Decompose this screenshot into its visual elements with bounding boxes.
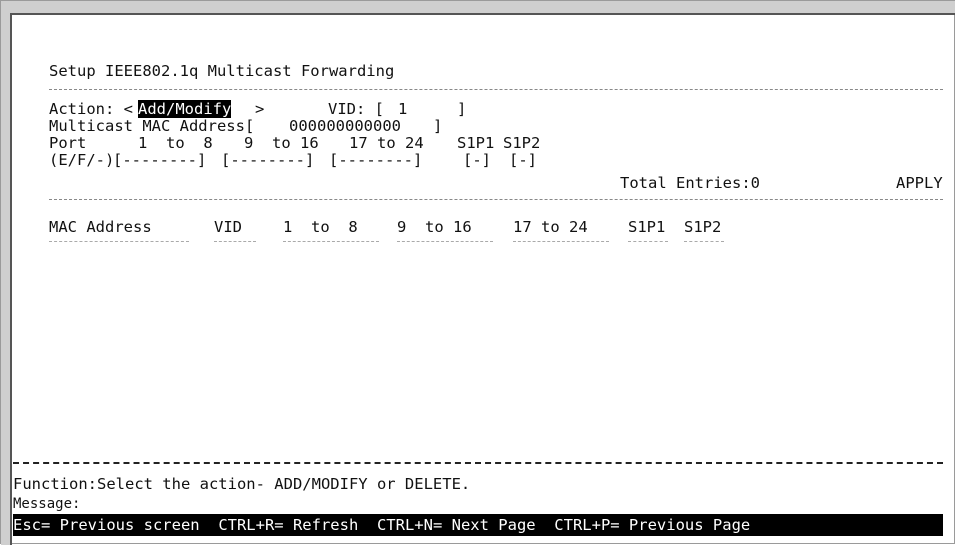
efd-field-s1p1[interactable]: [-] bbox=[463, 151, 491, 169]
window-top-border bbox=[1, 1, 955, 13]
col-ports-17-24: 17 to 24 bbox=[513, 218, 588, 236]
port-s1p2: S1P2 bbox=[503, 134, 541, 152]
efd-label: (E/F/-) bbox=[49, 151, 115, 169]
mac-input[interactable]: 000000000000 bbox=[289, 117, 401, 135]
form-divider bbox=[49, 199, 943, 200]
port-label: Port bbox=[49, 134, 87, 152]
efd-field-s1p2[interactable]: [-] bbox=[509, 151, 537, 169]
port-group-17-24: 17 to 24 bbox=[349, 134, 424, 152]
vid-label: VID: [ bbox=[328, 100, 384, 118]
apply-button[interactable]: APPLY bbox=[896, 174, 943, 192]
hotkey-next-page[interactable]: CTRL+N= Next Page bbox=[377, 516, 536, 534]
col-vid-underline bbox=[214, 241, 256, 242]
port-group-9-16: 9 to 16 bbox=[244, 134, 319, 152]
col-ports-9-16: 9 to 16 bbox=[397, 218, 472, 236]
page-title: Setup IEEE802.1q Multicast Forwarding bbox=[49, 62, 395, 80]
col-s1p2-underline bbox=[684, 241, 724, 242]
window-inner-left-edge bbox=[10, 13, 12, 545]
action-select[interactable]: Add/Modify bbox=[138, 100, 232, 118]
vid-input[interactable]: 1 bbox=[398, 100, 407, 118]
action-select-close: > bbox=[255, 100, 265, 118]
efd-field-17-24[interactable]: [--------] bbox=[329, 151, 422, 169]
col-s1p1-underline bbox=[628, 241, 668, 242]
title-divider bbox=[49, 89, 943, 90]
efd-field-1-8[interactable]: [--------] bbox=[113, 151, 206, 169]
col-9-16-underline bbox=[397, 241, 493, 242]
action-label: Action: < bbox=[49, 100, 133, 118]
hotkey-refresh[interactable]: CTRL+R= Refresh bbox=[218, 516, 358, 534]
hotkey-bar: Esc= Previous screen CTRL+R= Refresh CTR… bbox=[13, 514, 943, 536]
vid-input-close: ] bbox=[457, 100, 467, 118]
function-help-text: Function:Select the action- ADD/MODIFY o… bbox=[13, 475, 471, 493]
port-s1p1: S1P1 bbox=[457, 134, 495, 152]
col-mac-underline bbox=[49, 241, 189, 242]
message-label: Message: bbox=[13, 496, 81, 512]
terminal-window: Setup IEEE802.1q Multicast Forwarding Ac… bbox=[0, 0, 955, 545]
col-s1p1: S1P1 bbox=[628, 218, 666, 236]
mac-input-close: ] bbox=[433, 117, 443, 135]
col-mac-address: MAC Address bbox=[49, 218, 152, 236]
col-1-8-underline bbox=[283, 241, 379, 242]
window-left-border bbox=[1, 1, 10, 545]
mac-label: Multicast MAC Address[ bbox=[49, 117, 255, 135]
efd-field-9-16[interactable]: [--------] bbox=[221, 151, 314, 169]
col-vid: VID bbox=[214, 218, 242, 236]
col-ports-1-8: 1 to 8 bbox=[283, 218, 358, 236]
hotkey-esc[interactable]: Esc= Previous screen bbox=[13, 516, 200, 534]
col-s1p2: S1P2 bbox=[684, 218, 722, 236]
port-group-1-8: 1 to 8 bbox=[138, 134, 213, 152]
col-17-24-underline bbox=[513, 241, 609, 242]
bottom-separator bbox=[13, 462, 943, 464]
total-entries: Total Entries:0 bbox=[620, 174, 760, 192]
hotkey-previous-page[interactable]: CTRL+P= Previous Page bbox=[554, 516, 750, 534]
window-inner-top-edge bbox=[10, 13, 955, 15]
